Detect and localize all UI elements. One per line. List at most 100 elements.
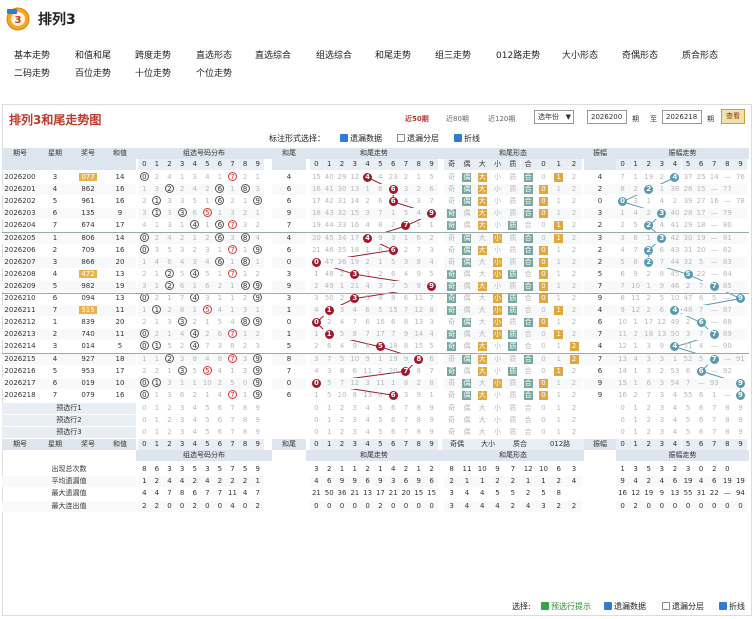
opt-missing[interactable]: 遗漏数据 — [340, 133, 382, 144]
tail-miss-cell: 3 — [416, 197, 422, 206]
span-miss-cell: 6 — [655, 305, 669, 317]
nav-item[interactable]: 和值和尾 — [75, 48, 111, 61]
predict-label: 预选行3 — [2, 427, 136, 439]
dist-cell: 3 — [217, 342, 223, 351]
nav-item[interactable]: 基本走势 — [14, 48, 50, 61]
stat-cell: 4 — [154, 489, 160, 498]
tail-cell: 7 — [286, 366, 292, 375]
sum-cell: 9 — [104, 208, 136, 220]
span-miss-cell: 6 — [659, 245, 665, 254]
predict-cell: 3 — [659, 403, 665, 412]
stat-cell: 13 — [670, 489, 680, 498]
form-cell: 偶 — [463, 221, 471, 230]
checkbox-icon[interactable] — [340, 134, 348, 142]
nav-item[interactable]: 二码走势 — [14, 66, 50, 79]
tail-hit-cell: 7 — [400, 220, 413, 231]
digit-header: 6 — [213, 439, 227, 451]
opt-line[interactable]: 折线 — [454, 133, 480, 144]
blank-cell — [104, 159, 136, 170]
chevron-down-icon: ▼ — [565, 113, 571, 121]
tail-miss-cell: 4 — [378, 173, 383, 181]
footer-opt-missing[interactable]: 遗漏数据 — [604, 601, 646, 612]
stat-cell: 7 — [510, 465, 516, 474]
group-divider — [2, 232, 749, 233]
dist-cell: 4 — [201, 256, 214, 268]
stat-cell: 36 — [337, 489, 347, 498]
tail-cell: 3 — [286, 294, 292, 302]
span-miss-cell: 6 — [685, 366, 691, 375]
tail-miss-cell: 23 — [388, 173, 398, 181]
checkbox-icon[interactable] — [397, 134, 405, 142]
checkbox-icon[interactable] — [454, 134, 462, 142]
form-cell: 合 — [524, 269, 532, 278]
quick-80[interactable]: 近80期 — [446, 114, 469, 124]
form-cell: 偶 — [459, 232, 475, 244]
checkbox-icon[interactable] — [604, 602, 612, 610]
dist-cell: 8 — [230, 342, 235, 351]
tail-miss-cell: 4 — [403, 197, 409, 206]
tail-miss-cell: 6 — [378, 245, 383, 254]
nav-item[interactable]: 质合形态 — [682, 48, 718, 61]
predict-label: 预选行1 — [2, 402, 136, 414]
quick-120[interactable]: 近120期 — [488, 114, 515, 124]
nav-item[interactable]: 直选形态 — [196, 48, 232, 61]
dist-cell: 2 — [201, 184, 214, 196]
dist-cell: 3 — [167, 318, 172, 327]
footer-opt-predict[interactable]: 预选行提示 — [541, 601, 591, 612]
tail-miss-cell: 1 — [361, 184, 374, 196]
stat-cell: 2 — [712, 465, 717, 474]
stat-cell: 6 — [322, 476, 336, 488]
from-input[interactable]: 2026200 — [587, 110, 627, 124]
predict-cell: 2 — [571, 403, 577, 412]
form-cell: 偶 — [463, 269, 471, 278]
form-subheader: 1 — [551, 159, 567, 170]
tail-miss-cell: 9 — [412, 280, 426, 292]
form-cell: 奇 — [444, 280, 460, 292]
tail-miss-cell: 50 — [324, 294, 334, 302]
span-hit-cell: 9 — [734, 293, 747, 304]
nav-item[interactable]: 组选综合 — [316, 48, 352, 61]
stat-cell: 4 — [520, 500, 536, 512]
checkbox-icon[interactable] — [662, 602, 670, 610]
tail-miss-cell: 18 — [310, 208, 323, 220]
query-button[interactable]: 查看 — [721, 109, 745, 124]
digit-header: 2 — [335, 439, 349, 451]
week-cell: 3 — [38, 256, 72, 268]
opt-layer[interactable]: 遗漏分层 — [397, 133, 439, 144]
dist-cell: 5 — [226, 377, 239, 389]
dist-cell: 5 — [205, 269, 210, 278]
year-select[interactable]: 选年份 ▼ — [534, 110, 574, 124]
nav-item[interactable]: 个位走势 — [196, 66, 232, 79]
quick-50[interactable]: 近50期 — [405, 114, 429, 124]
dist-cell: 1 — [226, 280, 239, 292]
to-input[interactable]: 2026218 — [662, 110, 702, 124]
predict-cell: 8 — [416, 428, 422, 437]
tail-miss-cell: 30 — [335, 184, 349, 196]
predict-cell: 6 — [217, 403, 223, 412]
nav-item[interactable]: 跨度走势 — [135, 48, 171, 61]
dist-cell: 3 — [192, 173, 197, 181]
stat-cell: 3 — [205, 465, 210, 474]
nav-item[interactable]: 直选综合 — [255, 48, 291, 61]
nav-item[interactable]: 百位走势 — [75, 66, 111, 79]
checkbox-icon[interactable] — [719, 602, 727, 610]
nav-item[interactable]: 大小形态 — [562, 48, 598, 61]
checkbox-icon[interactable] — [541, 602, 549, 610]
predict-cell: 1 — [556, 403, 561, 412]
route-cell: 0 — [535, 280, 552, 292]
nav-item[interactable]: 组三走势 — [435, 48, 471, 61]
stat-cell: 3 — [685, 465, 691, 474]
digit-header: 9 — [425, 159, 438, 170]
footer-opt-line[interactable]: 折线 — [719, 601, 745, 612]
nav-item[interactable]: 十位走势 — [135, 66, 171, 79]
nav-item[interactable]: 和尾走势 — [375, 48, 411, 61]
span-miss-cell: 7 — [694, 329, 708, 341]
tail-miss-cell: 7 — [416, 245, 422, 254]
stat-cell: 19 — [720, 476, 734, 488]
nav-item[interactable]: 奇偶形态 — [622, 48, 658, 61]
span-miss-cell: 3 — [659, 390, 665, 399]
tail-miss-cell: 7 — [361, 329, 374, 341]
span-cell: 5 — [597, 269, 603, 278]
nav-item[interactable]: 012路走势 — [496, 48, 540, 61]
footer-opt-layer[interactable]: 遗漏分层 — [662, 601, 704, 612]
